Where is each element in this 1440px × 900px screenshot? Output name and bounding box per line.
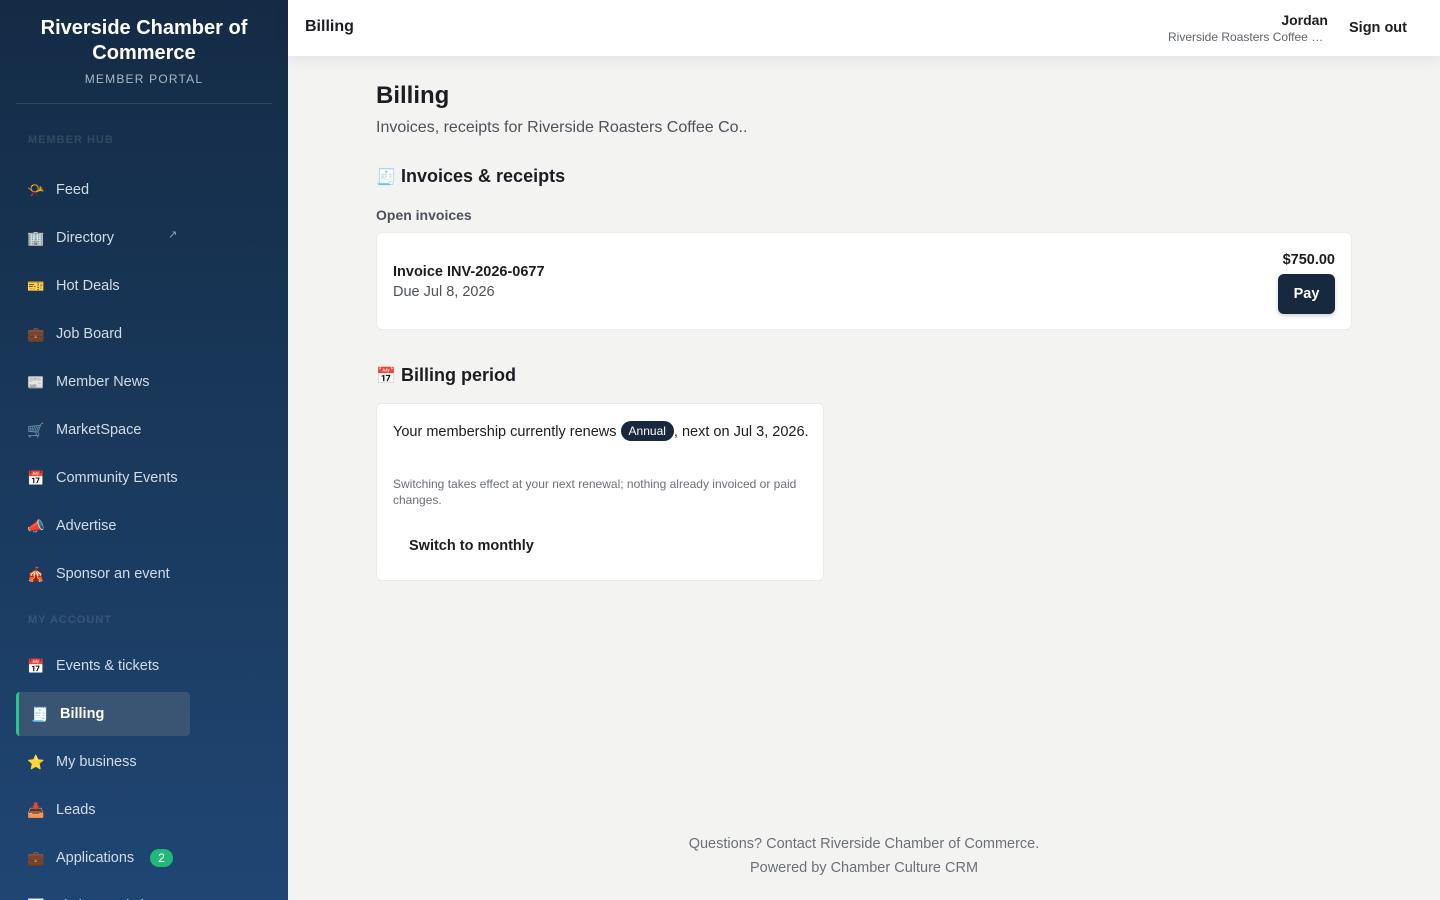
receipt-icon: 🧾 <box>376 168 396 186</box>
user-organization: Riverside Roasters Coffee Co. <box>1168 30 1328 44</box>
footer: Questions? Contact Riverside Chamber of … <box>288 832 1440 880</box>
open-invoices-label: Open invoices <box>376 207 472 223</box>
newspaper-icon: 📰 <box>27 374 45 390</box>
sidebar-item-label: My business <box>56 754 137 770</box>
inbox-icon: 📥 <box>27 802 45 818</box>
billing-period-heading-text: Billing period <box>401 365 516 385</box>
cart-icon: 🛒 <box>27 422 45 438</box>
sidebar-item-label: Directory <box>56 230 115 246</box>
renewal-text: Your membership currently renews Annual,… <box>393 421 809 443</box>
renewal-suffix: , next on Jul 3, 2026. <box>673 424 809 440</box>
sidebar-item-directory[interactable]: 🏢 Directory ↗ <box>16 216 272 260</box>
nav-member-hub: 📯 Feed 🏢 Directory ↗ 🎫 Hot Deals 💼 Job Board 📰 Mem… <box>0 168 288 596</box>
sidebar-item-label: Billing <box>60 706 105 722</box>
sidebar-item-label: MarketSpace <box>56 422 142 438</box>
footer-powered-by: Powered by Chamber Culture CRM <box>749 860 979 876</box>
calendar-icon: 📅 <box>376 367 396 385</box>
sidebar-item-label: Leads <box>56 802 96 818</box>
brand-subtitle: MEMBER PORTAL <box>84 72 204 86</box>
horn-icon: 📯 <box>27 182 45 198</box>
nav-my-account: 📅 Events & tickets 🧾 Billing ⭐ My business 📥 Le… <box>0 644 288 900</box>
count-badge: 2 <box>150 849 173 867</box>
invoices-heading: 🧾 Invoices & receipts <box>376 166 565 187</box>
sidebar-item-label: Applications <box>56 850 135 866</box>
briefcase-icon: 💼 <box>27 850 45 866</box>
sidebar-item-label: Job Board <box>56 326 123 342</box>
sidebar-item-member-news[interactable]: 📰 Member News <box>16 360 272 404</box>
ticket-icon: 🎫 <box>27 278 45 294</box>
invoice-amount: $750.00 <box>1282 252 1335 268</box>
sidebar-item-label: Feed <box>56 182 90 198</box>
calendar-icon: 📅 <box>27 658 45 674</box>
sidebar-item-marketspace[interactable]: 🛒 MarketSpace <box>16 408 272 452</box>
section-label-member-hub: MEMBER HUB <box>28 134 114 146</box>
sidebar-item-advertise[interactable]: 📣 Advertise <box>16 504 272 548</box>
external-link-icon: ↗ <box>168 229 178 241</box>
sidebar-item-label: Member News <box>56 374 150 390</box>
sidebar-item-label: Events & tickets <box>56 658 160 674</box>
renewal-frequency-badge: Annual <box>620 421 674 441</box>
sidebar-item-label: Hot Deals <box>56 278 120 294</box>
sidebar-item-job-board[interactable]: 💼 Job Board <box>16 312 272 356</box>
pay-button[interactable]: Pay <box>1278 274 1335 314</box>
switch-to-monthly-button[interactable]: Switch to monthly <box>393 529 550 563</box>
briefcase-icon: 💼 <box>27 326 45 342</box>
section-label-my-account: MY ACCOUNT <box>28 614 112 626</box>
sidebar-item-applications[interactable]: 💼 Applications 2 <box>16 836 272 880</box>
brand: Riverside Chamber of Commerce MEMBER POR… <box>0 0 288 86</box>
invoice-title: Invoice INV-2026-0677 <box>393 264 545 280</box>
page-title: Billing <box>376 82 450 109</box>
sidebar-item-my-business[interactable]: ⭐ My business <box>16 740 272 784</box>
building-icon: 🏢 <box>27 230 45 246</box>
tent-icon: 🎪 <box>27 566 45 582</box>
sidebar-item-events-and-tickets[interactable]: 📅 Events & tickets <box>16 644 272 688</box>
sign-out-button[interactable]: Sign out <box>1349 20 1407 36</box>
invoice-due-date: Due Jul 8, 2026 <box>393 284 495 300</box>
sidebar-item-feed[interactable]: 📯 Feed <box>16 168 272 212</box>
header-title: Billing <box>305 18 354 35</box>
sidebar-item-label: Community Events <box>56 470 178 486</box>
sidebar-item-label: Advertise <box>56 518 117 534</box>
switch-note: Switching takes effect at your next rene… <box>393 477 797 507</box>
sidebar-item-leads[interactable]: 📥 Leads <box>16 788 272 832</box>
receipt-icon: 🧾 <box>31 706 49 722</box>
billing-period-heading: 📅 Billing period <box>376 365 516 386</box>
sidebar-item-label: Sponsor an event <box>56 566 170 582</box>
sidebar: Riverside Chamber of Commerce MEMBER POR… <box>0 0 288 900</box>
invoices-heading-text: Invoices & receipts <box>401 166 566 186</box>
megaphone-icon: 📣 <box>27 518 45 534</box>
renewal-prefix: Your membership currently renews <box>393 424 617 440</box>
sidebar-item-sponsor-an-event[interactable]: 🎪 Sponsor an event <box>16 552 272 596</box>
sidebar-item-listing-analytics[interactable]: 📊Listing analytics <box>16 884 272 900</box>
user-name: Jordan <box>1281 12 1328 28</box>
calendar-icon: 📅 <box>27 470 45 486</box>
star-icon: ⭐ <box>27 754 45 770</box>
invoice-card: Invoice INV-2026-0677 Due Jul 8, 2026 $7… <box>376 232 1352 330</box>
top-header: Billing Jordan Riverside Roasters Coffee… <box>288 0 1440 56</box>
user-menu[interactable]: Jordan Riverside Roasters Coffee Co. <box>1168 12 1328 46</box>
footer-contact: Questions? Contact Riverside Chamber of … <box>688 836 1040 852</box>
sidebar-item-hot-deals[interactable]: 🎫 Hot Deals <box>16 264 272 308</box>
sidebar-item-billing[interactable]: 🧾 Billing <box>16 692 190 736</box>
billing-period-card: Your membership currently renews Annual,… <box>376 403 824 581</box>
sidebar-item-community-events[interactable]: 📅 Community Events <box>16 456 272 500</box>
page-subtitle: Invoices, receipts for Riverside Roaster… <box>376 119 748 136</box>
brand-name: Riverside Chamber of Commerce <box>40 17 248 64</box>
